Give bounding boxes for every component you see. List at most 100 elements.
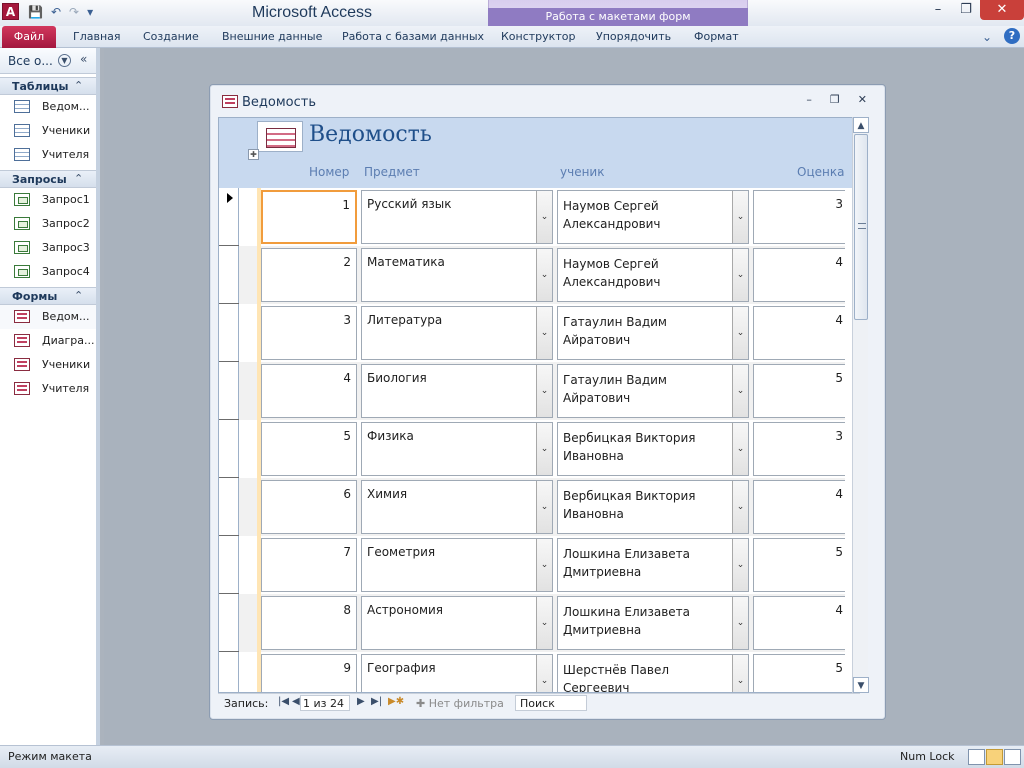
tab-format[interactable]: Формат [694,26,739,48]
nav-group-forms[interactable]: Формы ⌃ [0,287,96,305]
num-field[interactable]: 8 [261,596,357,650]
form-logo-icon[interactable] [257,121,303,152]
nav-collapse-icon[interactable]: « [80,52,87,66]
new-record-icon[interactable]: ▶✱ [388,696,404,707]
ribbon-minimize-icon[interactable]: ⌄ [982,30,992,44]
num-field[interactable]: 2 [261,248,357,302]
chevron-down-icon[interactable]: ⌄ [732,539,748,591]
grade-field[interactable]: 5 [753,364,845,418]
filter-status[interactable]: ✚ Нет фильтра [416,697,504,710]
chevron-down-icon[interactable]: ⌄ [536,191,552,243]
num-field[interactable]: 5 [261,422,357,476]
layout-view-icon[interactable] [986,749,1003,765]
first-record-icon[interactable]: |◀ [278,696,289,707]
student-combo[interactable]: Лошкина Елизавета Дмитриевна ⌄ [557,596,749,650]
chevron-up-icon[interactable]: ⌃ [74,172,83,185]
redo-icon[interactable]: ↷ [69,4,79,20]
layout-move-handle-icon[interactable]: ✚ [248,149,259,160]
nav-group-queries[interactable]: Запросы ⌃ [0,170,96,188]
record-selector[interactable] [219,652,239,692]
record-selector[interactable] [219,304,239,362]
num-field[interactable]: 6 [261,480,357,534]
restore-icon[interactable]: ❐ [830,93,840,106]
save-icon[interactable]: 💾 [28,4,43,20]
close-icon[interactable]: ✕ [858,93,867,106]
nav-item-query[interactable]: Запрос4 [0,260,96,284]
prev-record-icon[interactable]: ◀ [292,696,300,707]
close-icon[interactable]: ✕ [980,0,1024,20]
scroll-down-icon[interactable]: ▼ [853,677,869,693]
restore-icon[interactable]: ❐ [952,0,980,20]
chevron-down-icon[interactable]: ⌄ [536,423,552,475]
nav-group-tables[interactable]: Таблицы ⌃ [0,77,96,95]
tab-create[interactable]: Создание [143,26,199,48]
scroll-up-icon[interactable]: ▲ [853,117,869,133]
chevron-up-icon[interactable]: ⌃ [74,79,83,92]
record-selector[interactable] [219,188,239,246]
minimize-icon[interactable]: – [924,0,952,20]
chevron-down-icon[interactable]: ⌄ [732,365,748,417]
record-selector[interactable] [219,594,239,652]
grade-field[interactable]: 4 [753,480,845,534]
student-combo[interactable]: Вербицкая Виктория Ивановна ⌄ [557,480,749,534]
grade-field[interactable]: 4 [753,306,845,360]
nav-item-table[interactable]: Учителя [0,143,96,167]
subject-combo[interactable]: Биология ⌄ [361,364,553,418]
subject-combo[interactable]: Геометрия ⌄ [361,538,553,592]
grade-field[interactable]: 5 [753,654,845,692]
chevron-up-icon[interactable]: ⌃ [74,289,83,302]
tab-external-data[interactable]: Внешние данные [222,26,322,48]
num-field[interactable]: 1 [261,190,357,244]
nav-item-form[interactable]: Ведом... [0,305,96,329]
record-selector[interactable] [219,362,239,420]
nav-item-form[interactable]: Учителя [0,377,96,401]
nav-item-form[interactable]: Диагра... [0,329,96,353]
chevron-down-icon[interactable]: ⌄ [536,307,552,359]
scroll-thumb[interactable] [854,134,868,320]
student-combo[interactable]: Наумов Сергей Александрович ⌄ [557,190,749,244]
nav-item-query[interactable]: Запрос1 [0,188,96,212]
chevron-down-icon[interactable]: ⌄ [732,307,748,359]
nav-dropdown-icon[interactable]: ▼ [58,54,71,67]
chevron-down-icon[interactable]: ⌄ [732,191,748,243]
form-view-icon[interactable] [968,749,985,765]
subject-combo[interactable]: Математика ⌄ [361,248,553,302]
nav-item-query[interactable]: Запрос3 [0,236,96,260]
subject-combo[interactable]: Русский язык ⌄ [361,190,553,244]
record-selector[interactable] [219,478,239,536]
chevron-down-icon[interactable]: ⌄ [536,481,552,533]
column-header-student[interactable]: ученик [560,165,604,179]
record-selector[interactable] [219,420,239,478]
tab-home[interactable]: Главная [73,26,121,48]
minimize-icon[interactable]: – [806,93,812,106]
chevron-down-icon[interactable]: ⌄ [536,655,552,692]
nav-item-form[interactable]: Ученики [0,353,96,377]
grade-field[interactable]: 3 [753,422,845,476]
chevron-down-icon[interactable]: ⌄ [732,423,748,475]
vertical-scrollbar[interactable]: ▲ ▼ [852,117,869,693]
chevron-down-icon[interactable]: ⌄ [536,365,552,417]
num-field[interactable]: 3 [261,306,357,360]
chevron-down-icon[interactable]: ⌄ [536,597,552,649]
current-record-field[interactable]: 1 из 24 [300,695,350,711]
chevron-down-icon[interactable]: ⌄ [536,249,552,301]
nav-pane-header[interactable]: Все о... ▼ « [0,48,96,74]
subject-combo[interactable]: Астрономия ⌄ [361,596,553,650]
undo-icon[interactable]: ↶ [51,4,61,20]
student-combo[interactable]: Гатаулин Вадим Айратович ⌄ [557,306,749,360]
chevron-down-icon[interactable]: ⌄ [732,481,748,533]
grade-field[interactable]: 4 [753,248,845,302]
grade-field[interactable]: 4 [753,596,845,650]
column-header-num[interactable]: Номер [309,165,349,179]
chevron-down-icon[interactable]: ⌄ [732,249,748,301]
access-app-icon[interactable]: A [2,3,19,20]
subject-combo[interactable]: Химия ⌄ [361,480,553,534]
student-combo[interactable]: Лошкина Елизавета Дмитриевна ⌄ [557,538,749,592]
chevron-down-icon[interactable]: ⌄ [536,539,552,591]
subject-combo[interactable]: Литература ⌄ [361,306,553,360]
tab-database-tools[interactable]: Работа с базами данных [342,26,484,48]
tab-design[interactable]: Конструктор [501,26,575,48]
nav-item-query[interactable]: Запрос2 [0,212,96,236]
help-icon[interactable]: ? [1004,28,1020,44]
chevron-down-icon[interactable]: ⌄ [732,655,748,692]
